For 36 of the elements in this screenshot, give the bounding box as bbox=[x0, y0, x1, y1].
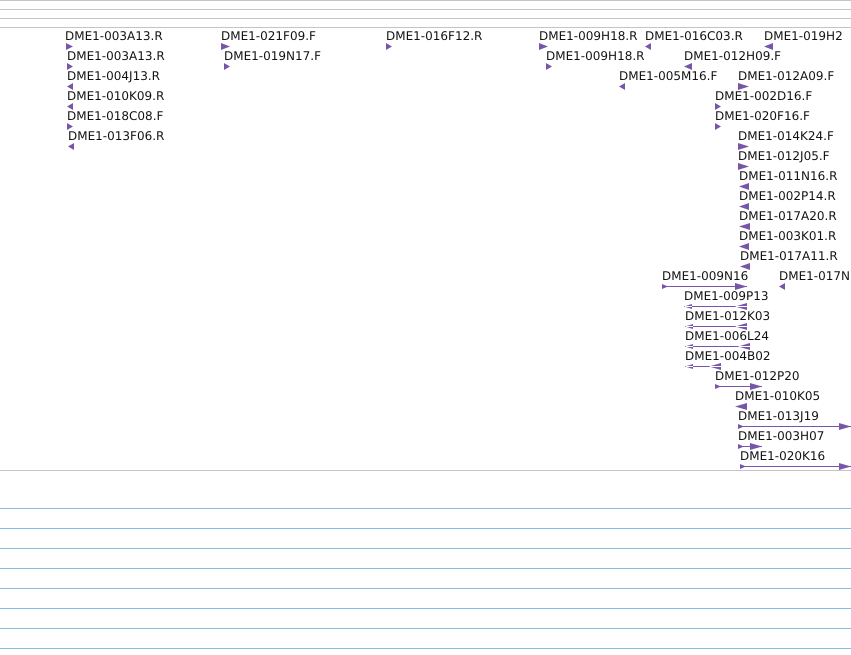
feature-label: DME1-012P20 bbox=[715, 369, 800, 383]
feature-label: DME1-020F16.F bbox=[715, 109, 810, 123]
feature-label: DME1-003A13.R bbox=[65, 29, 163, 43]
feature-label: DME1-011N16.R bbox=[739, 169, 838, 183]
feature-label: DME1-017N bbox=[779, 269, 850, 283]
feature-label: DME1-009N16 bbox=[662, 269, 748, 283]
feature-label: DME1-012H09.F bbox=[684, 49, 782, 63]
feature-label: DME1-002P14.R bbox=[739, 189, 836, 203]
feature-label: DME1-009H18.R bbox=[539, 29, 638, 43]
feature-label: DME1-005M16.F bbox=[619, 69, 718, 83]
feature-label: DME1-020K16 bbox=[740, 449, 826, 463]
feature-label: DME1-012K03 bbox=[685, 309, 770, 323]
feature-label: DME1-003H07 bbox=[738, 429, 824, 443]
feature-label: DME1-002D16.F bbox=[715, 89, 812, 103]
feature-label: DME1-014K24.F bbox=[738, 129, 834, 143]
feature-label: DME1-006L24 bbox=[685, 329, 769, 343]
feature-label: DME1-009H18.R bbox=[546, 49, 644, 63]
feature-label: DME1-010K05 bbox=[735, 389, 820, 403]
feature-label: DME1-004B02 bbox=[685, 349, 771, 363]
feature-label: DME1-019H2 bbox=[764, 29, 843, 43]
feature-label: DME1-012A09.F bbox=[738, 69, 834, 83]
feature-label: DME1-017A20.R bbox=[739, 209, 837, 223]
feature-label: DME1-012J05.F bbox=[738, 149, 830, 163]
feature-label: DME1-016F12.R bbox=[386, 29, 482, 43]
feature-label: DME1-009P13 bbox=[684, 289, 769, 303]
feature-label: DME1-018C08.F bbox=[67, 109, 164, 123]
feature-label: DME1-004J13.R bbox=[67, 69, 160, 83]
feature-label: DME1-003A13.R bbox=[67, 49, 165, 63]
feature-label: DME1-021F09.F bbox=[221, 29, 316, 43]
feature-label: DME1-003K01.R bbox=[739, 229, 836, 243]
feature-label: DME1-016C03.R bbox=[645, 29, 743, 43]
feature-label: DME1-010K09.R bbox=[67, 89, 164, 103]
feature-label: DME1-013F06.R bbox=[68, 129, 164, 143]
feature-label: DME1-019N17.F bbox=[224, 49, 322, 63]
feature-label: DME1-017A11.R bbox=[740, 249, 838, 263]
feature-label: DME1-013J19 bbox=[738, 409, 819, 423]
